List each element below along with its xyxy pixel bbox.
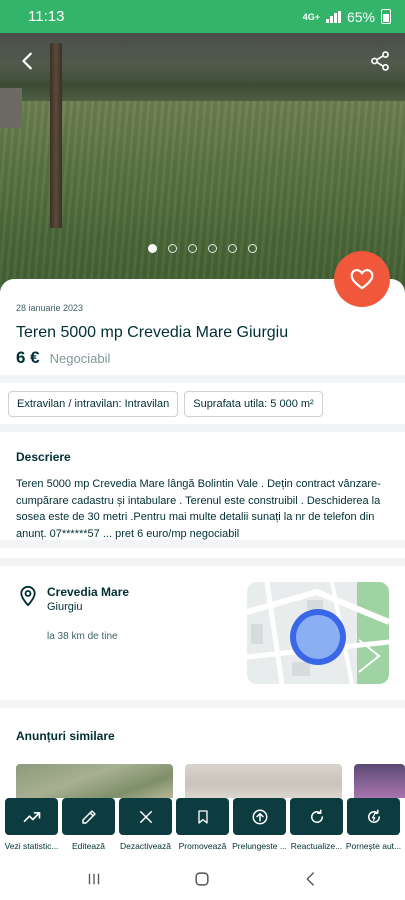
signal-icon [325, 10, 341, 23]
recent-apps-icon[interactable] [85, 870, 103, 888]
view-statistics-button[interactable] [5, 798, 58, 835]
share-icon [371, 51, 389, 71]
photo-house [0, 88, 22, 128]
status-icons: 4G+ 65% [303, 9, 391, 25]
location-city: Crevedia Mare [47, 585, 130, 599]
close-icon [139, 810, 152, 823]
gallery-dot[interactable] [228, 244, 237, 253]
extend-button[interactable] [233, 798, 286, 835]
location-distance: la 38 km de tine [47, 631, 118, 642]
action-label: Promovează [178, 841, 227, 851]
gallery-dot[interactable] [148, 244, 157, 253]
status-time: 11:13 [28, 8, 65, 25]
location-section[interactable]: Crevedia Mare Giurgiu la 38 km de tine [0, 566, 405, 700]
promote-button[interactable] [176, 798, 229, 835]
home-icon[interactable] [192, 869, 212, 889]
system-back-icon[interactable] [302, 870, 320, 888]
location-pin-icon [20, 585, 36, 607]
attribute-tags: Extravilan / intravilan: Intravilan Supr… [0, 383, 405, 424]
similar-heading: Anunțuri similare [16, 729, 115, 743]
back-button[interactable] [10, 43, 46, 79]
share-button[interactable] [362, 43, 398, 79]
auto-renew-button[interactable] [347, 798, 400, 835]
action-label: Vezi statistic... [4, 841, 59, 851]
owner-action-bar: Vezi statistic... Editează Dezactivează … [0, 798, 405, 858]
action-label: Pornește aut... [345, 841, 402, 851]
favorite-button[interactable] [334, 251, 390, 307]
bookmark-icon [197, 809, 208, 824]
trending-up-icon [23, 811, 40, 822]
photo-pole [50, 43, 62, 228]
promote-action[interactable]: Promovează [176, 798, 229, 858]
price-row: 6 € Negociabil [16, 348, 389, 368]
description-section: Descriere Teren 5000 mp Crevedia Mare lâ… [0, 432, 405, 540]
auto-renew-action[interactable]: Pornește aut... [346, 798, 401, 858]
description-text: Teren 5000 mp Crevedia Mare lângă Bolint… [16, 478, 381, 540]
description-heading: Descriere [16, 450, 71, 464]
status-bar: 11:13 4G+ 65% [0, 0, 405, 33]
arrow-up-circle-icon [252, 809, 267, 824]
deactivate-action[interactable]: Dezactivează [119, 798, 172, 858]
location-map[interactable] [247, 582, 389, 684]
action-label: Editează [71, 841, 106, 851]
edit-action[interactable]: Editează [62, 798, 115, 858]
action-label: Prelungeste ... [232, 841, 287, 851]
refresh-icon [310, 809, 323, 823]
pencil-icon [81, 809, 96, 824]
listing-date: 28 ianuarie 2023 [16, 303, 84, 313]
gallery-dot[interactable] [168, 244, 177, 253]
gallery-dot[interactable] [248, 244, 257, 253]
refresh-action[interactable]: Reactualize... [290, 798, 343, 858]
negotiable-label: Negociabil [49, 351, 111, 366]
refresh-button[interactable] [290, 798, 343, 835]
gallery-pagination [0, 244, 405, 253]
battery-percent: 65% [346, 8, 375, 25]
extend-action[interactable]: Prelungeste ... [232, 798, 287, 858]
location-region: Giurgiu [47, 601, 83, 613]
gallery-dot[interactable] [188, 244, 197, 253]
heart-icon [350, 269, 374, 290]
deactivate-button[interactable] [119, 798, 172, 835]
attribute-tag: Suprafata utila: 5 000 m² [184, 390, 323, 417]
action-label: Dezactivează [119, 841, 172, 851]
listing-title: Teren 5000 mp Crevedia Mare Giurgiu [16, 324, 289, 341]
system-nav-bar [0, 858, 405, 900]
edit-button[interactable] [62, 798, 115, 835]
attribute-tag: Extravilan / intravilan: Intravilan [8, 390, 179, 417]
map-graphic [247, 582, 389, 684]
auto-renew-icon [367, 809, 380, 823]
action-label: Reactualize... [290, 841, 343, 851]
back-arrow-icon [22, 52, 32, 70]
network-type: 4G+ [302, 11, 320, 22]
section-divider [0, 548, 405, 558]
battery-icon [381, 9, 391, 24]
view-statistics-action[interactable]: Vezi statistic... [5, 798, 58, 858]
gallery-dot[interactable] [208, 244, 217, 253]
listing-price: 6 € [16, 348, 40, 367]
